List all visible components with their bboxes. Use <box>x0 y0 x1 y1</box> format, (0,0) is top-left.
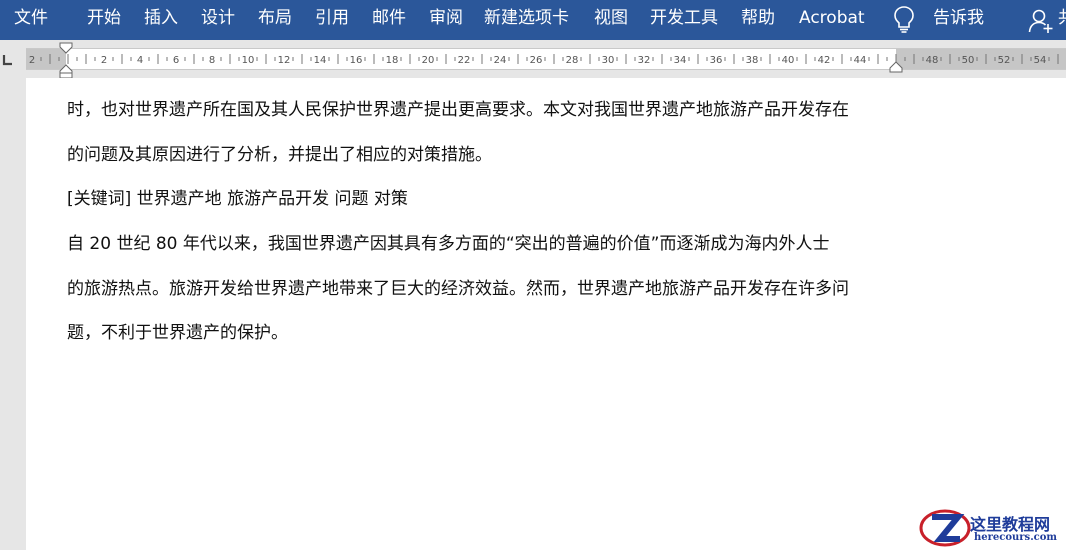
tab-design[interactable]: 设计 <box>201 0 235 36</box>
ruler-number: 20 <box>422 55 435 66</box>
paragraph-5: 题，不利于世界遗产的保护。 <box>67 323 288 343</box>
ribbon-tab-bar: 文件 开始 插入 设计 布局 引用 邮件 审阅 新建选项卡 视图 开发工具 帮助… <box>0 0 1066 40</box>
tab-developer[interactable]: 开发工具 <box>650 0 718 36</box>
tab-new-tab[interactable]: 新建选项卡 <box>484 0 569 36</box>
ruler-number: 18 <box>386 55 399 66</box>
document-page[interactable]: 时，也对世界遗产所在国及其人民保护世界遗产提出更高要求。本文对我国世界遗产地旅游… <box>26 78 1066 550</box>
ruler-number: 26 <box>530 55 543 66</box>
ruler-number: 40 <box>782 55 795 66</box>
paragraph-4: 的旅游热点。旅游开发给世界遗产地带来了巨大的经济效益。然而，世界遗产地旅游产品开… <box>67 279 849 299</box>
ruler-number: 30 <box>602 55 615 66</box>
ruler-number: 52 <box>998 55 1011 66</box>
tab-mailings[interactable]: 邮件 <box>372 0 406 36</box>
add-user-icon[interactable] <box>1028 8 1054 34</box>
tab-references[interactable]: 引用 <box>315 0 349 36</box>
tab-home[interactable]: 开始 <box>87 0 121 36</box>
left-gutter <box>0 78 26 550</box>
tab-file[interactable]: 文件 <box>14 0 48 36</box>
left-indent-markers[interactable] <box>56 41 76 79</box>
ruler-number: 42 <box>818 55 831 66</box>
keywords-line: [关键词] 世界遗产地 旅游产品开发 问题 对策 <box>67 189 408 209</box>
lightbulb-icon[interactable] <box>893 5 915 33</box>
tab-help[interactable]: 帮助 <box>741 0 775 36</box>
ruler-number: 38 <box>746 55 759 66</box>
ruler-number: 24 <box>494 55 507 66</box>
ruler-number: 32 <box>638 55 651 66</box>
ruler-number: 28 <box>566 55 579 66</box>
ruler-number: 54 <box>1034 55 1047 66</box>
watermark-url: herecours.com <box>974 532 1058 543</box>
tab-acrobat[interactable]: Acrobat <box>799 0 865 36</box>
ruler-number: 12 <box>278 55 291 66</box>
ruler-number: 14 <box>314 55 327 66</box>
tell-me-search[interactable]: 告诉我 <box>933 0 984 36</box>
ruler-number: 34 <box>674 55 687 66</box>
ruler-number: 36 <box>710 55 723 66</box>
tab-layout[interactable]: 布局 <box>258 0 292 36</box>
ruler-number: 2 <box>29 55 35 66</box>
ruler-number: 8 <box>209 55 215 66</box>
share-button[interactable]: 共 <box>1058 0 1066 36</box>
ruler-number: 4 <box>137 55 143 66</box>
ruler-number: 50 <box>962 55 975 66</box>
right-indent-marker[interactable] <box>888 60 904 74</box>
paragraph-1: 时，也对世界遗产所在国及其人民保护世界遗产提出更高要求。本文对我国世界遗产地旅游… <box>67 100 849 120</box>
left-tab-stop-icon[interactable] <box>0 44 22 74</box>
horizontal-ruler[interactable]: 2 2 4 6 8 10 12 14 16 18 20 22 24 26 28 30 32 34 36 38 40 42 4… <box>26 48 1066 70</box>
ruler-number: 10 <box>242 55 255 66</box>
ruler-number: 22 <box>458 55 471 66</box>
ruler-scale: 2 2 4 6 8 10 12 14 16 18 20 22 24 26 28 30 32 34 36 38 40 42 4… <box>29 54 1059 66</box>
tab-view[interactable]: 视图 <box>594 0 628 36</box>
tab-review[interactable]: 审阅 <box>429 0 463 36</box>
paragraph-3: 自 20 世纪 80 年代以来，我国世界遗产因其具有多方面的“突出的普遍的价值”… <box>67 234 830 254</box>
paragraph-2: 的问题及其原因进行了分析，并提出了相应的对策措施。 <box>67 145 492 165</box>
tab-insert[interactable]: 插入 <box>144 0 178 36</box>
ruler-number: 16 <box>350 55 363 66</box>
ruler-number: 2 <box>101 55 107 66</box>
z-logo-icon <box>919 509 971 547</box>
ruler-number: 48 <box>926 55 939 66</box>
watermark: 这里教程网 herecours.com <box>918 505 1066 550</box>
ruler-number: 44 <box>854 55 867 66</box>
ruler-number: 6 <box>173 55 179 66</box>
